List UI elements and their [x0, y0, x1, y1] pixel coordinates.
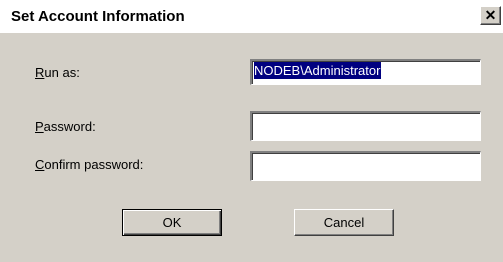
run-as-label: Run as: — [35, 65, 80, 80]
set-account-information-dialog: Set Account Information ✕ Run as: NODEB\… — [0, 0, 503, 262]
cancel-button[interactable]: Cancel — [294, 209, 394, 236]
ok-button[interactable]: OK — [122, 209, 222, 236]
run-as-value: NODEB\Administrator — [254, 62, 382, 79]
confirm-password-mnemonic: C — [35, 157, 45, 172]
dialog-title: Set Account Information — [11, 8, 185, 25]
password-field[interactable] — [250, 111, 481, 141]
confirm-password-label-text: onfirm password: — [44, 157, 144, 172]
close-button[interactable]: ✕ — [480, 6, 501, 25]
confirm-password-label: Confirm password: — [35, 157, 143, 172]
close-icon: ✕ — [484, 7, 497, 23]
password-mnemonic: P — [35, 119, 44, 134]
confirm-password-field[interactable] — [250, 151, 481, 181]
ok-button-label: OK — [162, 215, 182, 230]
cancel-button-label: Cancel — [323, 215, 365, 230]
password-label: Password: — [35, 119, 96, 134]
run-as-mnemonic: R — [35, 65, 45, 80]
run-as-label-text: un as: — [44, 65, 80, 80]
title-bar: Set Account Information ✕ — [0, 0, 503, 33]
password-label-text: assword: — [43, 119, 96, 134]
run-as-field[interactable]: NODEB\Administrator — [250, 59, 481, 85]
